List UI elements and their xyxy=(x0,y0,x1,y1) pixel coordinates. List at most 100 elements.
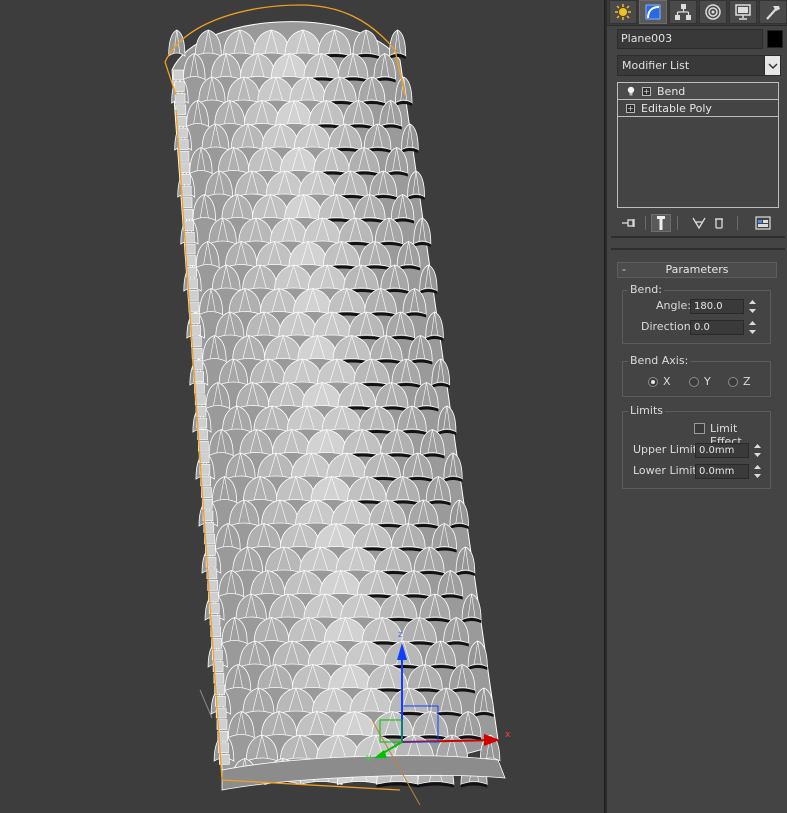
tab-utilities[interactable] xyxy=(759,0,787,24)
make-unique-icon xyxy=(692,217,706,230)
rim-step xyxy=(184,243,196,255)
rim-step xyxy=(186,266,197,278)
tab-display[interactable] xyxy=(729,0,757,24)
stack-item-editable-poly[interactable]: + Editable Poly xyxy=(618,100,778,116)
rim-step xyxy=(175,104,187,116)
lower-limit-label: Lower Limit: xyxy=(633,464,701,477)
perspective-viewport[interactable]: z x y xyxy=(0,0,604,813)
panel-separator xyxy=(611,248,785,250)
rim-step xyxy=(187,290,199,301)
rollout-title: Parameters xyxy=(665,263,729,276)
stack-toolbar xyxy=(617,212,779,234)
upper-limit-input[interactable]: 0.0mm xyxy=(695,443,749,458)
rim-step xyxy=(173,69,184,81)
object-color-swatch[interactable] xyxy=(767,30,783,48)
chevron-down-icon[interactable] xyxy=(764,56,780,75)
axis-x-radio[interactable] xyxy=(648,377,658,387)
trash-icon xyxy=(715,218,723,229)
direction-label: Direction: xyxy=(641,320,695,333)
pin-icon xyxy=(622,219,635,227)
toolbar-separator xyxy=(645,216,646,230)
tab-hierarchy[interactable] xyxy=(669,0,697,24)
stack-item-bend[interactable]: + Bend xyxy=(618,83,778,99)
rim-step xyxy=(180,185,192,197)
rim-step xyxy=(182,208,194,220)
tab-create[interactable] xyxy=(609,0,637,24)
parameters-rollout-header[interactable]: - Parameters xyxy=(617,262,777,278)
gizmo-y-label: y xyxy=(366,753,372,763)
rim-step xyxy=(176,116,187,127)
hierarchy-icon xyxy=(675,4,691,20)
limits-label: Limits xyxy=(628,404,665,417)
spinner-up-icon xyxy=(748,300,756,304)
axis-y-radio[interactable] xyxy=(689,377,699,387)
modifier-list-label: Modifier List xyxy=(622,59,690,72)
modifier-stack[interactable]: + Bend + Editable Poly xyxy=(617,82,779,208)
command-panel-tabs xyxy=(607,0,787,26)
lower-limit-input[interactable]: 0.0mm xyxy=(695,464,749,479)
direction-spinner[interactable] xyxy=(747,320,757,335)
spinner-down-icon xyxy=(748,330,756,334)
stack-item-label: Editable Poly xyxy=(641,101,712,115)
upper-limit-spinner[interactable] xyxy=(752,443,762,458)
tab-modify[interactable] xyxy=(639,0,667,24)
remove-modifier-button[interactable] xyxy=(709,214,729,232)
axis-z-radio[interactable] xyxy=(728,377,738,387)
spinner-down-icon xyxy=(748,309,756,313)
expand-plus-icon[interactable]: + xyxy=(626,103,635,113)
rim-step xyxy=(177,139,189,150)
display-icon xyxy=(735,4,751,20)
rim-step xyxy=(179,162,190,174)
lightbulb-icon[interactable] xyxy=(626,86,636,96)
bend-group-label: Bend: xyxy=(628,283,664,296)
gizmo-x-label: x xyxy=(505,730,511,740)
rim-step xyxy=(183,220,194,232)
modify-icon xyxy=(645,4,661,20)
gizmo-z-label: z xyxy=(398,630,403,640)
object-name-field[interactable]: Plane003 xyxy=(617,29,763,49)
bent-scales-mesh[interactable] xyxy=(168,21,506,791)
utilities-icon xyxy=(766,6,780,20)
rim-step xyxy=(178,150,190,162)
limit-effect-checkbox[interactable] xyxy=(694,423,705,434)
object-name-row: Plane003 xyxy=(617,29,783,49)
angle-label: Angle: xyxy=(656,299,692,312)
viewport-canvas[interactable]: z x y xyxy=(0,0,604,813)
angle-spinner[interactable] xyxy=(747,299,757,314)
axis-y-label: Y xyxy=(704,375,711,388)
make-unique-button[interactable] xyxy=(689,214,709,232)
rim-step xyxy=(173,81,185,92)
rim-step xyxy=(185,255,197,266)
bend-axis-group: Bend Axis: X Y Z xyxy=(622,354,771,397)
rim-step xyxy=(188,301,200,313)
tab-motion[interactable] xyxy=(699,0,727,24)
expand-plus-icon[interactable]: + xyxy=(642,86,651,96)
bend-gizmo-edge xyxy=(199,689,213,719)
rim-step xyxy=(187,278,198,290)
modifier-list-dropdown[interactable]: Modifier List xyxy=(617,55,781,76)
spinner-up-icon xyxy=(753,444,761,448)
stack-item-label: Bend xyxy=(657,84,686,98)
show-end-result-icon xyxy=(657,216,665,230)
configure-sets-icon xyxy=(755,216,771,230)
bend-axis-label: Bend Axis: xyxy=(628,354,691,367)
axis-z-label: Z xyxy=(743,375,751,388)
lower-limit-spinner[interactable] xyxy=(752,464,762,479)
stack-divider xyxy=(618,116,778,117)
rim-step xyxy=(190,324,201,336)
spinner-up-icon xyxy=(748,321,756,325)
rim-step xyxy=(191,348,203,359)
collapse-minus-icon[interactable]: - xyxy=(622,263,626,277)
configure-modifier-sets-button[interactable] xyxy=(753,214,773,232)
pin-stack-button[interactable] xyxy=(619,214,639,232)
rim-step xyxy=(177,127,188,139)
scale-face xyxy=(389,29,407,57)
rim-step xyxy=(180,174,191,185)
show-end-result-button[interactable] xyxy=(651,214,671,232)
rim-step xyxy=(184,232,195,243)
angle-input[interactable]: 180.0 xyxy=(690,299,744,314)
direction-input[interactable]: 0.0 xyxy=(690,320,744,335)
spinner-up-icon xyxy=(753,465,761,469)
rim-step xyxy=(181,197,193,208)
limits-group: Limits Limit Effect Upper Limit: 0.0mm L… xyxy=(622,404,771,489)
